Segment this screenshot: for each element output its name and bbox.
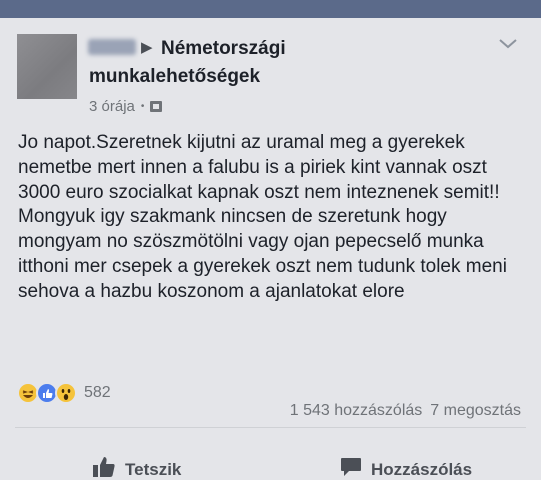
thumbs-up-icon: [92, 456, 116, 480]
like-label: Tetszik: [125, 459, 182, 479]
share-count[interactable]: 7 megosztás: [430, 402, 521, 420]
post-time[interactable]: 3 órája: [89, 98, 135, 115]
like-button[interactable]: Tetszik: [92, 456, 181, 480]
comment-count[interactable]: 1 543 hozzászólás: [290, 402, 423, 420]
comment-bubble-icon: [340, 456, 362, 480]
reaction-count[interactable]: 582: [84, 384, 111, 402]
divider: [15, 427, 526, 428]
wow-icon: [55, 382, 77, 404]
comment-button[interactable]: Hozzászólás: [340, 456, 472, 480]
top-bar: [0, 0, 541, 18]
post-text: Jo napot.Szeretnek kijutni az uramal meg…: [18, 132, 507, 302]
group-name-link[interactable]: Németországi munkalehetőségek: [89, 35, 389, 91]
comment-label: Hozzászólás: [371, 459, 473, 479]
audience-icon[interactable]: [150, 101, 163, 112]
post-meta: 3 órája •: [89, 98, 163, 115]
avatar[interactable]: [17, 34, 77, 99]
post-card: ▶ Németországi munkalehetőségek 3 órája …: [0, 18, 541, 480]
reactions-summary[interactable]: 582: [17, 382, 111, 404]
separator-dot: •: [140, 101, 145, 112]
engagement-stats: 1 543 hozzászólás 7 megosztás: [290, 402, 521, 420]
chevron-down-icon[interactable]: [497, 36, 519, 52]
